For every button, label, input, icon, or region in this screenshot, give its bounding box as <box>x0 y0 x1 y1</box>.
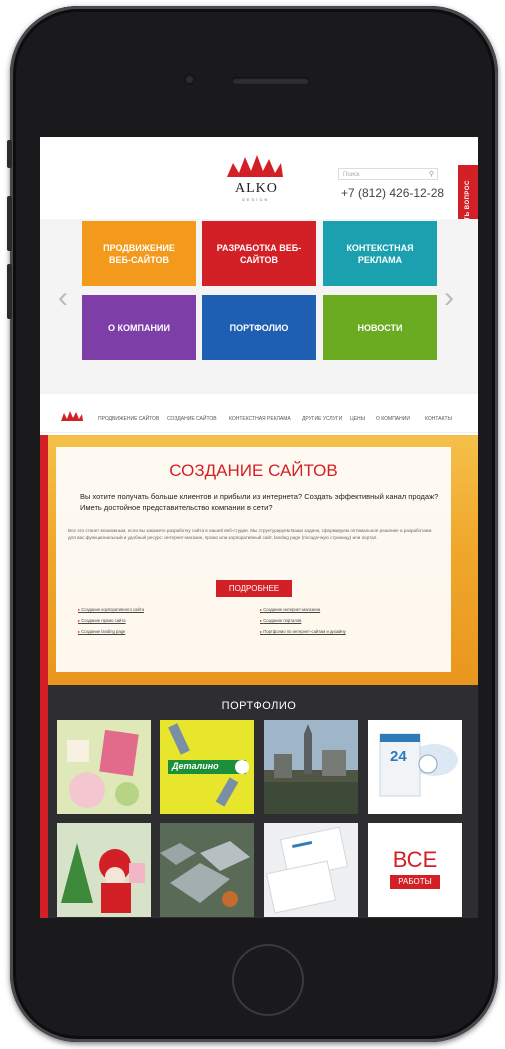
main-navigation: ПРОДВИЖЕНИЕ САЙТОВ СОЗДАНИЕ САЙТОВ КОНТЕ… <box>40 402 478 433</box>
nav-item-web-dev[interactable]: СОЗДАНИЕ САЙТОВ <box>167 416 217 422</box>
district-render <box>160 823 254 917</box>
more-button[interactable]: ПОДРОБНЕЕ <box>216 580 292 597</box>
web-dev-card: СОЗДАНИЕ САЙТОВ Вы хотите получать больш… <box>56 447 451 672</box>
stationery-image <box>264 823 358 917</box>
portfolio-thumb-city[interactable] <box>264 720 358 814</box>
tile-about[interactable]: О КОМПАНИИ <box>82 295 196 360</box>
search-icon[interactable]: ⚲ <box>429 171 434 178</box>
tile-label: ПРОДВИЖЕНИЕ ВЕБ-САЙТОВ <box>103 242 175 265</box>
portfolio-thumb-santa[interactable] <box>57 823 151 917</box>
nav-item-context-ads[interactable]: КОНТЕКСТНАЯ РЕКЛАМА <box>229 416 291 422</box>
tile-news[interactable]: НОВОСТИ <box>323 295 437 360</box>
software-box-image <box>368 720 462 814</box>
portfolio-section: ПОРТФОЛИО Деталино 24 ВСЕ РАБОТЫ <box>40 685 478 918</box>
nav-item-prices[interactable]: ЦЕНЫ <box>350 416 365 422</box>
portfolio-thumb-march8[interactable] <box>57 720 151 814</box>
section-lead: Вы хотите получать больше клиентов и при… <box>80 492 439 512</box>
tile-context-ads[interactable]: КОНТЕКСТНАЯ РЕКЛАМА <box>323 221 437 286</box>
mute-switch[interactable] <box>7 140 12 168</box>
volume-down-button[interactable] <box>7 264 12 319</box>
nav-item-about[interactable]: О КОМПАНИИ <box>376 416 410 422</box>
earpiece-speaker <box>232 77 309 84</box>
tile-web-dev[interactable]: РАЗРАБОТКА ВЕБ-САЙТОВ <box>202 221 316 286</box>
portfolio-thumb-software-box[interactable]: 24 <box>368 720 462 814</box>
santa-image <box>57 823 151 917</box>
tile-label: О КОМПАНИИ <box>108 322 170 333</box>
site-header: ALKO DESIGN Поиск ⚲ +7 (812) 426-12-28 <box>40 137 478 219</box>
front-camera <box>183 73 196 86</box>
phone-screen: ALKO DESIGN Поиск ⚲ +7 (812) 426-12-28 З… <box>40 137 478 918</box>
link-landing-page[interactable]: Создание landing page <box>78 629 125 634</box>
crown-logo-icon[interactable] <box>225 153 285 179</box>
section-title: СОЗДАНИЕ САЙТОВ <box>169 461 338 480</box>
home-button[interactable] <box>232 944 304 1016</box>
slider-next-arrow[interactable]: › <box>444 283 454 313</box>
portfolio-thumb-district[interactable] <box>160 823 254 917</box>
service-links: Создание корпоративного сайта Создание п… <box>78 607 438 667</box>
volume-up-button[interactable] <box>7 196 12 251</box>
box-number: 24 <box>390 748 407 765</box>
slider-prev-arrow[interactable]: ‹ <box>58 283 68 313</box>
link-portals[interactable]: Создание порталов <box>260 618 301 623</box>
search-placeholder: Поиск <box>343 172 360 178</box>
phone-number[interactable]: +7 (812) 426-12-28 <box>341 186 444 200</box>
logo-subtitle: DESIGN <box>242 197 270 202</box>
link-promo-site[interactable]: Создание промо сайта <box>78 618 125 623</box>
web-dev-section: СОЗДАНИЕ САЙТОВ Вы хотите получать больш… <box>40 435 478 685</box>
link-corporate-site[interactable]: Создание корпоративного сайта <box>78 607 144 612</box>
link-online-store[interactable]: Создание интернет-магазина <box>260 607 320 612</box>
city-photo <box>264 720 358 814</box>
accent-stripe <box>40 435 48 685</box>
nav-item-seo[interactable]: ПРОДВИЖЕНИЕ САЙТОВ <box>98 416 159 422</box>
tile-label: ПОРТФОЛИО <box>229 322 289 333</box>
portfolio-thumb-stationery[interactable] <box>264 823 358 917</box>
search-input[interactable]: Поиск ⚲ <box>338 168 438 180</box>
section-body: Все это станет возможным, если вы закаже… <box>68 528 432 540</box>
logo-text[interactable]: ALKO <box>235 181 278 197</box>
service-tiles-slider: ‹ › ПРОДВИЖЕНИЕ ВЕБ-САЙТОВ РАЗРАБОТКА ВЕ… <box>40 219 478 394</box>
portfolio-title: ПОРТФОЛИО <box>221 700 297 712</box>
nav-item-other[interactable]: ДРУГИЕ УСЛУГИ <box>302 416 342 422</box>
all-works-bottom: РАБОТЫ <box>390 875 440 889</box>
portfolio-thumb-detalino[interactable]: Деталино <box>160 720 254 814</box>
tile-label: КОНТЕКСТНАЯ РЕКЛАМА <box>346 242 414 265</box>
portfolio-thumb-all-works[interactable]: ВСЕ РАБОТЫ <box>368 823 462 917</box>
detalino-label: Деталино <box>172 761 219 771</box>
tile-seo[interactable]: ПРОДВИЖЕНИЕ ВЕБ-САЙТОВ <box>82 221 196 286</box>
tile-label: НОВОСТИ <box>357 322 403 333</box>
nav-logo-icon[interactable] <box>60 409 84 425</box>
tile-portfolio[interactable]: ПОРТФОЛИО <box>202 295 316 360</box>
march8-card-image <box>57 720 151 814</box>
link-portfolio-sites[interactable]: Портфолио по интернет-сайтам и дизайну <box>260 629 346 634</box>
all-works-top: ВСЕ <box>392 847 438 872</box>
nav-item-contacts[interactable]: КОНТАКТЫ <box>425 416 452 422</box>
accent-stripe <box>40 685 48 918</box>
tile-label: РАЗРАБОТКА ВЕБ-САЙТОВ <box>216 242 302 265</box>
